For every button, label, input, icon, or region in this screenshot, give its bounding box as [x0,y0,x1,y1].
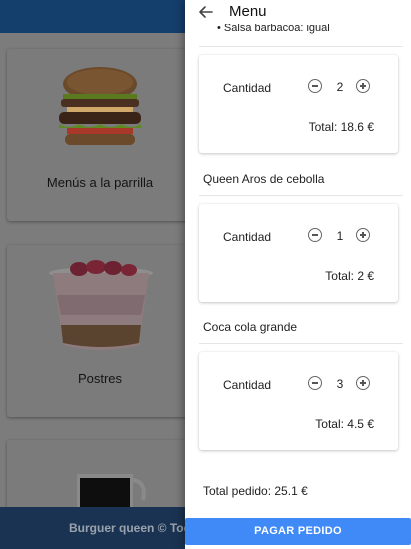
order-drawer: Menu • Salsa barbacoa: igual Cantidad 2 … [185,0,411,549]
category-card-grill-menus: Menús a la parrilla [7,49,193,221]
quantity-value: 2 [336,80,344,94]
item-name: Queen Aros de cebolla [203,172,325,186]
increase-quantity-button[interactable] [356,228,370,242]
increase-quantity-button[interactable] [356,79,370,93]
decrease-quantity-button[interactable] [308,79,322,93]
order-item-card: Cantidad 1 Total: 2 € [199,204,398,302]
quantity-label: Cantidad [223,81,272,95]
footer-text: Burguer queen © Tod [69,521,191,535]
order-item-card: Cantidad 3 Total: 4.5 € [199,352,398,450]
increase-quantity-button[interactable] [356,376,370,390]
order-item-card: Cantidad 2 Total: 18.6 € [199,55,398,153]
item-name: Coca cola grande [203,320,298,334]
item-total: Total: 4.5 € [315,417,374,431]
dessert-image [49,260,153,350]
category-card-desserts: Postres [7,245,193,417]
decrease-quantity-button[interactable] [308,376,322,390]
decrease-quantity-button[interactable] [308,228,322,242]
quantity-value: 3 [336,377,344,391]
drawer-title: Menu [229,3,267,20]
divider [199,195,403,196]
divider [199,343,403,344]
divider [199,46,403,47]
drawer-header: Menu [185,0,411,24]
item-total: Total: 2 € [325,269,374,283]
pay-order-button[interactable]: PAGAR PEDIDO [185,518,411,545]
quantity-label: Cantidad [223,378,272,392]
order-total: Total pedido: 25.1 € [203,484,308,498]
quantity-label: Cantidad [223,230,272,244]
burger-image [59,67,141,145]
category-label: Menús a la parrilla [46,175,154,190]
back-button[interactable] [195,2,217,22]
quantity-value: 1 [336,229,344,243]
coffee-image [77,474,146,510]
item-total: Total: 18.6 € [308,120,374,134]
arrow-left-icon [199,6,213,18]
category-label: Postres [77,371,123,386]
